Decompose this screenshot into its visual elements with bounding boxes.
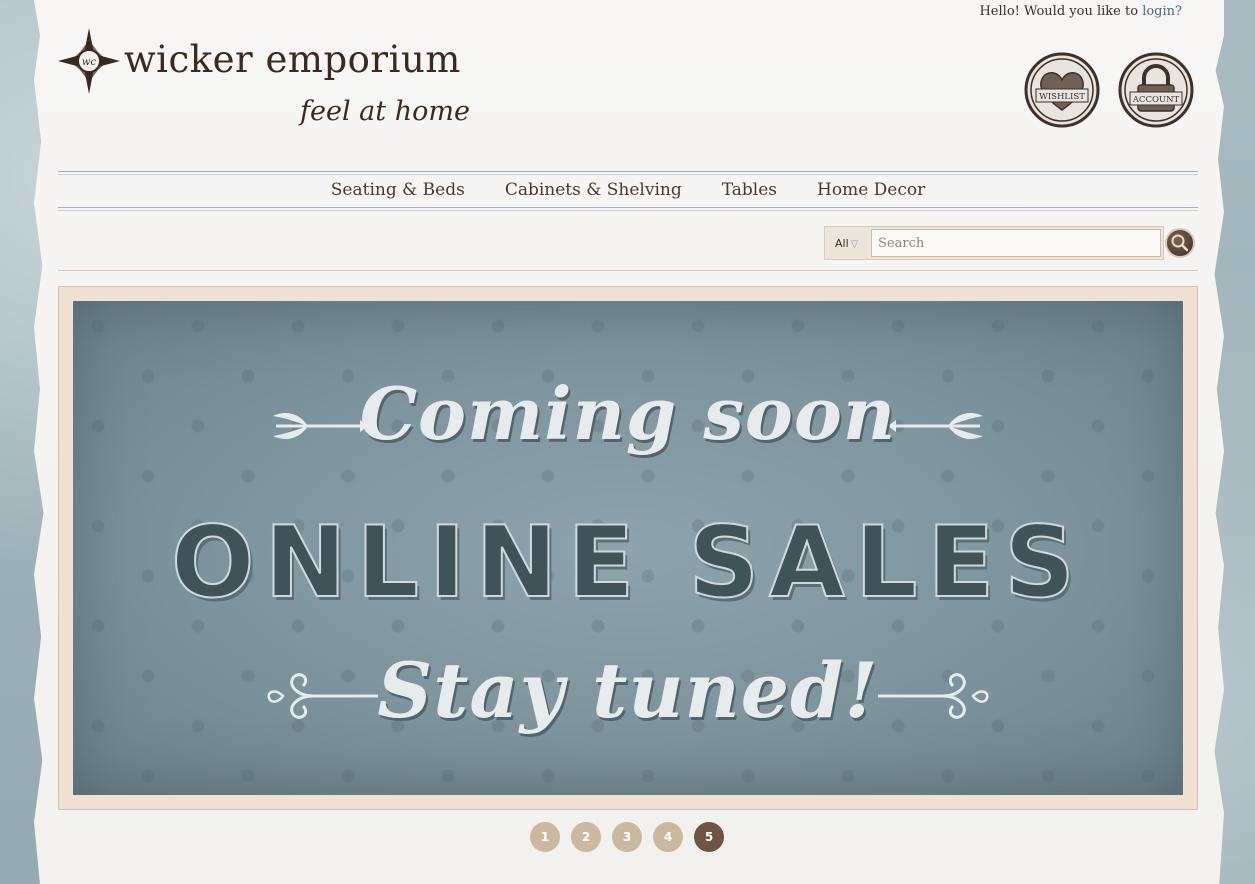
nav-rule-bottom-2 xyxy=(58,210,1198,211)
search-scope-label: All xyxy=(835,237,849,250)
banner-online-sales: ONLINE SALES xyxy=(170,505,1085,621)
banner-coming-soon: Coming soon xyxy=(359,371,897,456)
nav-item-home-decor[interactable]: Home Decor xyxy=(817,180,925,200)
login-prompt: Hello! Would you like to login? xyxy=(979,4,1182,19)
wishlist-button[interactable]: WISHLIST xyxy=(1024,52,1100,128)
logo-monogram: wc xyxy=(82,57,97,68)
nav-item-cabinets-shelving[interactable]: Cabinets & Shelving xyxy=(505,180,682,200)
right-scroll-flourish-icon xyxy=(878,673,989,719)
nav-rule-bottom xyxy=(58,207,1198,208)
nav-list: Seating & Beds Cabinets & Shelving Table… xyxy=(58,180,1198,200)
nav-item-seating-beds[interactable]: Seating & Beds xyxy=(331,180,465,200)
brand-name: wicker emporium xyxy=(124,38,461,81)
divider xyxy=(58,270,1198,271)
nav-rule-top-2 xyxy=(58,174,1198,175)
greeting-text: Hello! Would you like to xyxy=(979,4,1139,19)
brand-tagline: feel at home xyxy=(300,96,470,127)
chevron-down-icon: ▽ xyxy=(850,239,859,250)
compass-star-icon: wc xyxy=(58,28,120,94)
pager-dot-4[interactable]: 4 xyxy=(653,822,683,852)
banner-panel: Coming soon ONLINE SALES Stay tuned! xyxy=(73,301,1183,795)
magnifier-icon xyxy=(1171,234,1189,252)
search-input[interactable] xyxy=(871,229,1161,257)
heart-stamp-icon: WISHLIST xyxy=(1024,52,1100,128)
account-button[interactable]: ACCOUNT xyxy=(1118,52,1194,128)
padlock-stamp-icon: ACCOUNT xyxy=(1118,52,1194,128)
wishlist-label: WISHLIST xyxy=(1039,92,1085,102)
pager-dot-2[interactable]: 2 xyxy=(571,822,601,852)
slide-pager: 1 2 3 4 5 xyxy=(530,822,724,852)
nav-rule-top xyxy=(58,171,1198,172)
nav-item-tables[interactable]: Tables xyxy=(722,180,777,200)
login-link[interactable]: login? xyxy=(1142,4,1182,19)
site-logo[interactable]: wc wicker emporium feel at home xyxy=(58,28,478,143)
search-button[interactable] xyxy=(1165,228,1195,258)
pager-dot-5[interactable]: 5 xyxy=(694,822,724,852)
left-scroll-flourish-icon xyxy=(267,673,378,719)
hero-banner[interactable]: Coming soon ONLINE SALES Stay tuned! xyxy=(58,286,1198,810)
search-scope-dropdown[interactable]: All ▽ xyxy=(835,237,858,250)
account-label: ACCOUNT xyxy=(1132,95,1180,105)
main-navigation: Seating & Beds Cabinets & Shelving Table… xyxy=(58,171,1198,211)
pager-dot-3[interactable]: 3 xyxy=(612,822,642,852)
pager-dot-1[interactable]: 1 xyxy=(530,822,560,852)
banner-stay-tuned: Stay tuned! xyxy=(377,646,879,735)
search-bar: All ▽ xyxy=(824,226,1164,260)
